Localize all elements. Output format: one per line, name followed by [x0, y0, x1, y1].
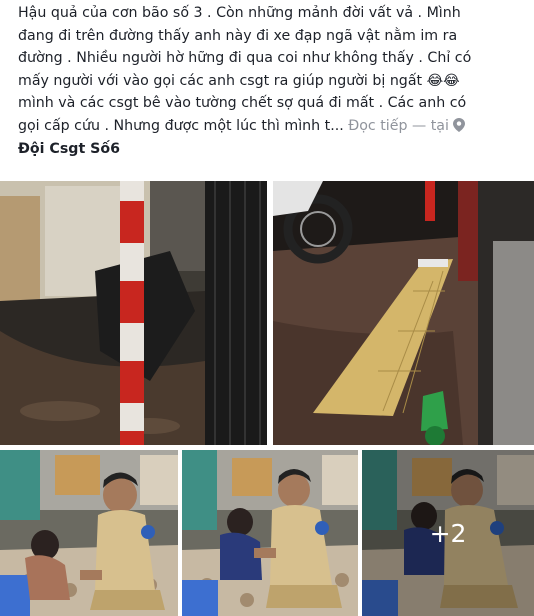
laughing-emoji: 😂😂 — [426, 72, 460, 89]
location-pin-icon — [453, 117, 466, 132]
photo-street-pole[interactable] — [0, 181, 267, 445]
post-line-text: gọi cấp cứu . Nhưng được một lúc thì mìn… — [18, 117, 344, 134]
post-line: gọi cấp cứu . Nhưng được một lúc thì mìn… — [18, 115, 524, 138]
photo-grid: +2 — [0, 181, 534, 616]
post-text: Hậu quả của cơn bão số 3 . Còn những mản… — [18, 2, 524, 160]
photo-officer-1[interactable] — [0, 450, 178, 616]
post-line-text: mấy người với vào gọi các anh csgt ra gi… — [18, 72, 423, 89]
photo-officer-2[interactable] — [182, 450, 358, 616]
place-link[interactable]: Đội Csgt Số6 — [18, 141, 120, 157]
photo-officer-3[interactable]: +2 — [362, 450, 534, 616]
post-line: đang đi trên đường thấy anh này đi xe đạ… — [18, 27, 458, 44]
see-more-link[interactable]: Đọc tiếp — [348, 118, 407, 134]
post-line: đường . Nhiều người hờ hững đi qua coi n… — [18, 50, 472, 67]
post-line: mình và các csgt bê vào tường chết sợ qu… — [18, 95, 467, 112]
at-label: — tại — [412, 117, 449, 134]
post-line: mấy người với vào gọi các anh csgt ra gi… — [18, 70, 524, 93]
more-photos-count: +2 — [429, 518, 467, 548]
post-line: Đội Csgt Số6 — [18, 138, 524, 161]
post-line: Hậu quả của cơn bão số 3 . Còn những mản… — [18, 5, 461, 21]
more-photos-overlay[interactable]: +2 — [362, 450, 534, 616]
photo-tiled-floor[interactable] — [273, 181, 534, 445]
